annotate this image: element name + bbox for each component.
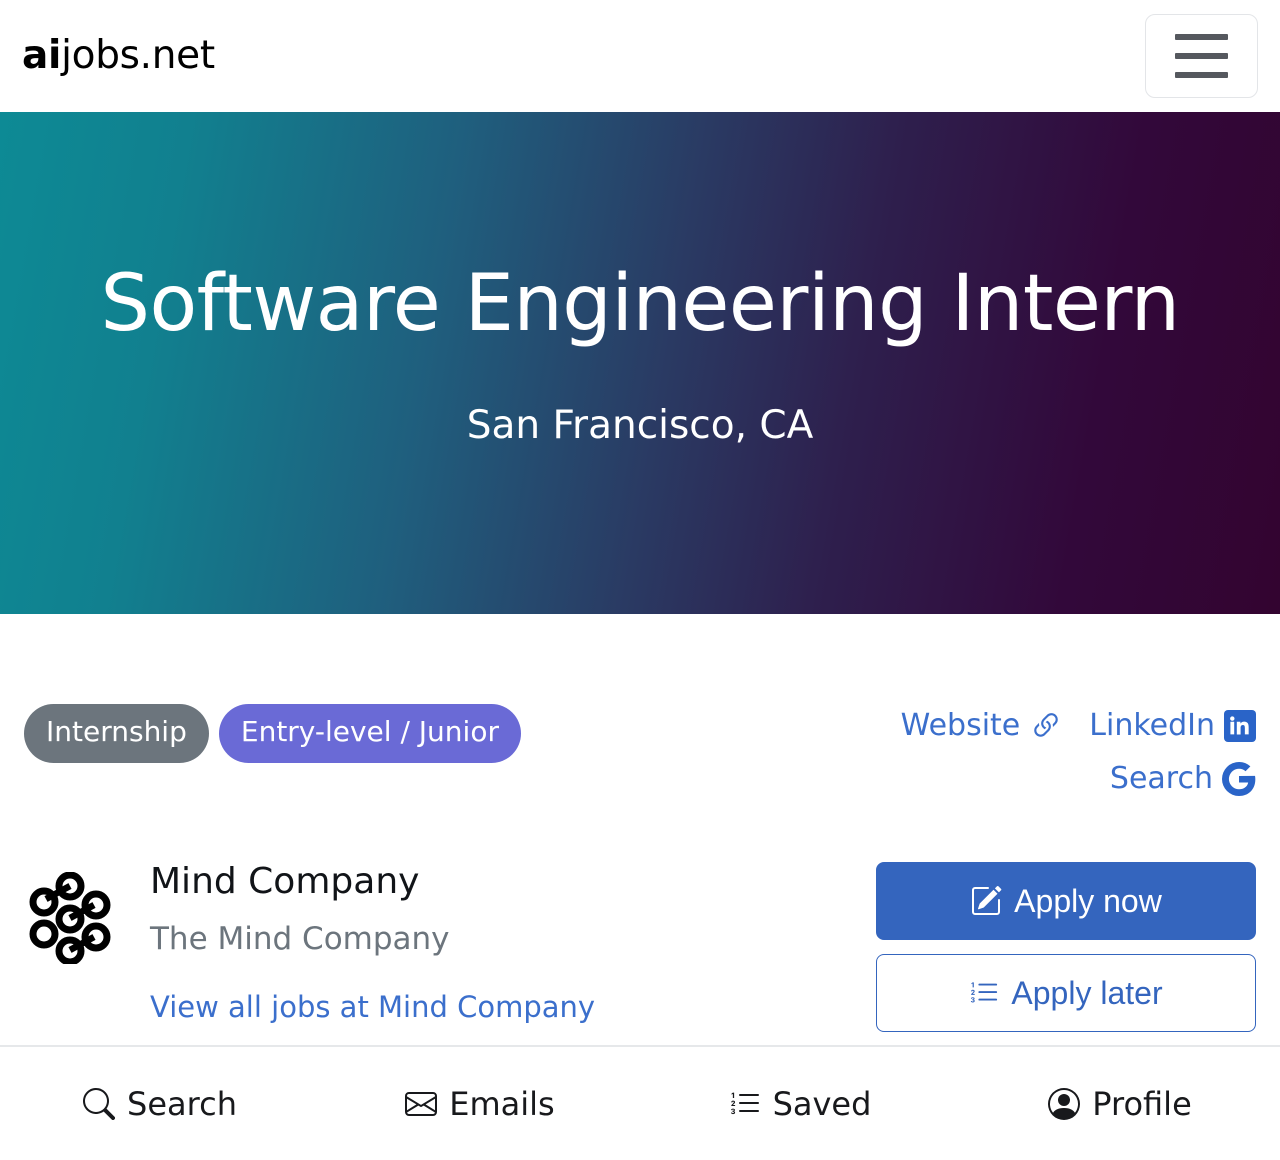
apply-later-button[interactable]: Apply later — [876, 954, 1256, 1032]
google-search-link-label: Search — [1109, 761, 1213, 796]
nav-item-profile-label: Profile — [1092, 1084, 1192, 1123]
nav-item-saved[interactable]: Saved — [640, 1085, 960, 1123]
top-bar: aijobs.net — [0, 0, 1280, 112]
external-links-row-1: Website LinkedIn — [901, 708, 1256, 743]
linkedin-link[interactable]: LinkedIn — [1089, 708, 1256, 743]
hamburger-bar-2 — [1175, 52, 1228, 59]
site-logo[interactable]: aijobs.net — [22, 36, 215, 75]
hamburger-bar-3 — [1175, 71, 1228, 78]
external-links-row-2: Search — [901, 761, 1256, 796]
external-links: Website LinkedIn Search — [901, 704, 1256, 814]
nav-item-saved-label: Saved — [772, 1084, 872, 1123]
company-text-block: Mind Company The Mind Company View all j… — [150, 862, 595, 1024]
apply-now-label: Apply now — [1014, 883, 1162, 919]
job-hero-banner: Software Engineering Intern San Francisc… — [0, 112, 1280, 614]
company-network-logo-icon — [24, 871, 112, 966]
nav-item-profile[interactable]: Profile — [960, 1085, 1280, 1123]
google-g-icon — [1222, 761, 1256, 796]
company-tagline: The Mind Company — [150, 920, 450, 957]
website-link-label: Website — [900, 708, 1021, 743]
list-ol-icon — [969, 978, 999, 1008]
search-icon — [83, 1087, 115, 1120]
website-link[interactable]: Website — [901, 708, 1064, 743]
status-badge[interactable]: Internship — [24, 704, 209, 763]
list-ol-icon — [729, 1088, 761, 1120]
link-chain-icon — [1029, 709, 1063, 743]
view-all-jobs-link[interactable]: View all jobs at Mind Company — [150, 990, 595, 1024]
status-badge[interactable]: Entry-level / Junior — [218, 704, 521, 763]
company-name: Mind Company — [150, 861, 420, 902]
nav-item-search[interactable]: Search — [0, 1085, 320, 1123]
edit-square-icon — [970, 885, 1002, 917]
nav-item-emails[interactable]: Emails — [320, 1085, 640, 1123]
person-circle-icon — [1048, 1087, 1081, 1120]
apply-later-label: Apply later — [1011, 975, 1163, 1011]
job-tags: Internship Entry-level / Junior — [24, 704, 521, 763]
nav-item-emails-label: Emails — [449, 1084, 555, 1123]
hamburger-bar-1 — [1175, 33, 1228, 40]
linkedin-icon — [1224, 709, 1256, 742]
nav-item-search-label: Search — [127, 1084, 237, 1123]
job-location: San Francisco, CA — [466, 403, 814, 449]
page-title: Software Engineering Intern — [100, 259, 1180, 349]
company-info: Mind Company The Mind Company View all j… — [24, 862, 595, 1024]
apply-now-button[interactable]: Apply now — [876, 862, 1256, 940]
brand-name-rest: jobs.net — [61, 33, 215, 78]
tags-and-links-row: Internship Entry-level / Junior Website … — [24, 614, 1256, 814]
hamburger-menu-icon[interactable] — [1145, 13, 1258, 98]
bottom-navigation-bar: Search Emails Saved Profile — [0, 1045, 1280, 1160]
linkedin-link-label: LinkedIn — [1089, 708, 1215, 743]
brand-name-bold: ai — [22, 33, 62, 78]
google-search-link[interactable]: Search — [1110, 761, 1256, 796]
envelope-icon — [405, 1088, 438, 1120]
